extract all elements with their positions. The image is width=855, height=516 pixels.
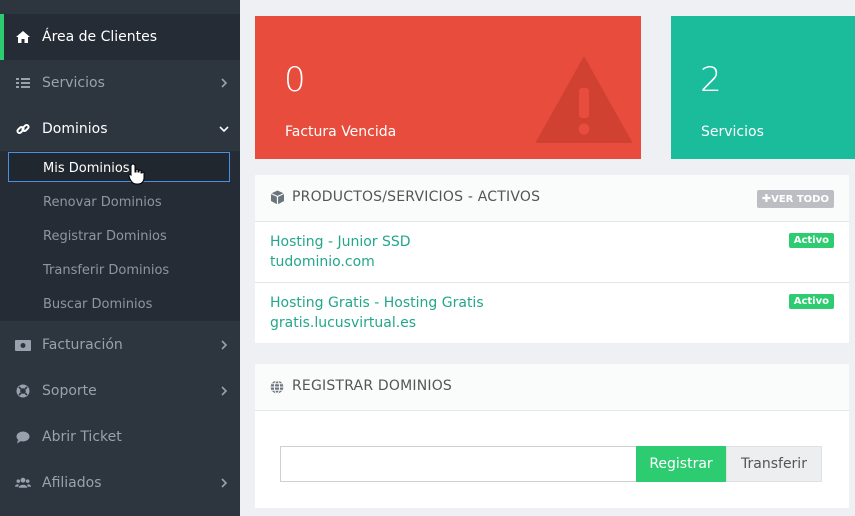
product-domain-link[interactable]: tudominio.com [270,254,375,270]
register-button[interactable]: Registrar [636,446,726,482]
stat-label: Servicios [701,124,764,140]
products-services-panel: PRODUCTOS/SERVICIOS - ACTIVOS ✚VER TODO … [255,175,849,343]
stat-tile-services[interactable]: 2 Servicios [671,16,855,159]
submenu-item-register-domains[interactable]: Registrar Dominios [0,219,240,253]
panel-title: REGISTRAR DOMINIOS [292,378,453,394]
stat-tile-overdue-invoices[interactable]: 0 Factura Vencida [255,16,641,159]
warning-icon [535,56,633,148]
chevron-right-icon [218,339,230,351]
register-domains-panel: REGISTRAR DOMINIOS Registrar Transferir [255,364,849,508]
submenu-item-label: Renovar Dominios [43,194,162,210]
product-row[interactable]: Hosting - Junior SSD tudominio.com Activ… [255,222,849,283]
panel-header: PRODUCTOS/SERVICIOS - ACTIVOS ✚VER TODO [255,175,849,222]
sidebar-item-billing[interactable]: Facturación [0,322,240,368]
chevron-right-icon [218,385,230,397]
submenu-item-transfer-domains[interactable]: Transferir Dominios [0,253,240,287]
sidebar-item-label: Abrir Ticket [42,429,122,445]
submenu-item-label: Transferir Dominios [43,262,170,278]
plus-icon: ✚ [761,192,772,205]
link-icon [15,121,31,137]
submenu-item-label: Registrar Dominios [43,228,167,244]
sidebar-item-client-area[interactable]: Área de Clientes [0,14,240,60]
sidebar-item-label: Facturación [42,337,123,353]
sidebar-item-domains[interactable]: Dominios [0,106,240,152]
sidebar-item-open-ticket[interactable]: Abrir Ticket [0,414,240,460]
stat-label: Factura Vencida [285,124,397,140]
sidebar-item-label: Servicios [42,75,105,91]
home-icon [15,29,31,45]
submenu-item-label: Mis Dominios [43,160,130,176]
product-name-link[interactable]: Hosting Gratis - Hosting Gratis [270,295,484,311]
transfer-button[interactable]: Transferir [726,446,822,482]
status-badge: Activo [788,294,834,309]
panel-title: PRODUCTOS/SERVICIOS - ACTIVOS [292,189,541,205]
sidebar: Área de Clientes Servicios Dominios Mis … [0,0,240,516]
submenu-item-label: Buscar Dominios [43,296,153,312]
sidebar-item-label: Área de Clientes [42,29,158,45]
lifebuoy-icon [15,383,31,399]
money-icon [15,337,31,353]
cube-icon [270,190,285,205]
sidebar-item-label: Dominios [42,121,108,137]
status-badge: Activo [788,233,834,248]
list-icon [15,75,31,91]
submenu-item-renew-domains[interactable]: Renovar Dominios [0,185,240,219]
domain-search-input[interactable] [280,446,636,482]
submenu-item-search-domains[interactable]: Buscar Dominios [0,287,240,321]
domains-submenu: Mis Dominios Renovar Dominios Registrar … [0,151,240,321]
globe-icon [270,379,284,394]
stat-value: 2 [700,60,722,100]
sidebar-item-support[interactable]: Soporte [0,368,240,414]
sidebar-item-label: Soporte [42,383,97,399]
panel-header: REGISTRAR DOMINIOS [255,364,849,411]
stat-value: 0 [284,60,306,100]
view-all-label: VER TODO [771,194,829,205]
chevron-right-icon [218,77,230,89]
sidebar-item-label: Afiliados [42,475,102,491]
sidebar-item-affiliates[interactable]: Afiliados [0,460,240,506]
view-all-button[interactable]: ✚VER TODO [756,190,834,208]
product-domain-link[interactable]: gratis.lucusvirtual.es [270,315,416,331]
chevron-down-icon [218,123,230,135]
chevron-right-icon [218,477,230,489]
product-name-link[interactable]: Hosting - Junior SSD [270,234,411,250]
comment-icon [15,429,31,445]
product-row[interactable]: Hosting Gratis - Hosting Gratis gratis.l… [255,283,849,343]
users-icon [15,475,31,491]
submenu-item-my-domains[interactable]: Mis Dominios [0,151,240,185]
sidebar-item-services[interactable]: Servicios [0,60,240,106]
